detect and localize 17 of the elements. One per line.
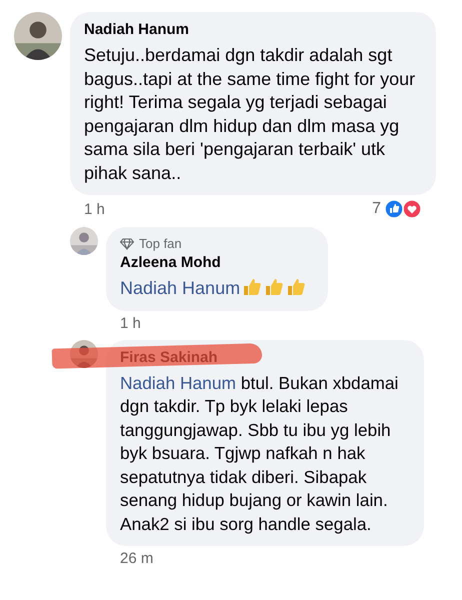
author-name[interactable]: Nadiah Hanum xyxy=(84,20,422,40)
like-love-icon[interactable] xyxy=(384,199,422,219)
timestamp[interactable]: 1 h xyxy=(120,314,141,332)
reaction-count[interactable]: 7 xyxy=(372,200,381,218)
diamond-icon xyxy=(120,238,134,250)
avatar[interactable] xyxy=(14,12,62,60)
thumbs-up-icon xyxy=(286,277,306,297)
mention-link[interactable]: Nadiah Hanum xyxy=(120,372,236,392)
timestamp[interactable]: 1 h xyxy=(84,200,105,218)
thumbs-up-icon xyxy=(242,277,262,297)
reply-text: Nadiah Hanum btul. Bukan xbdamai dgn takdir. Tp byk lelaki lepas tanggungjawap. Sbb tu ibu yg lebih byk bsuara. Tgjwp nafkah n hak sepatutnya tidak diberi. Sibapak senang hidup bujang or kawin lain. Anak2 si ibu sorg handle segala. xyxy=(120,372,398,534)
mention-link[interactable]: Nadiah Hanum xyxy=(120,278,240,298)
top-fan-label: Top fan xyxy=(139,235,182,253)
timestamp[interactable]: 26 m xyxy=(120,550,154,567)
thumbs-up-icon xyxy=(264,277,284,297)
author-name[interactable]: Azleena Mohd xyxy=(120,253,314,273)
comment-text: Setuju..berdamai dgn takdir adalah sgt bagus..tapi at the same time fight for your right! Terima segala yg terjadi sebagai pengajaran dlm hidup dan dlm masa yg sama sila beri 'pengajaran terbaik' utk pihak sana.. xyxy=(84,44,416,185)
